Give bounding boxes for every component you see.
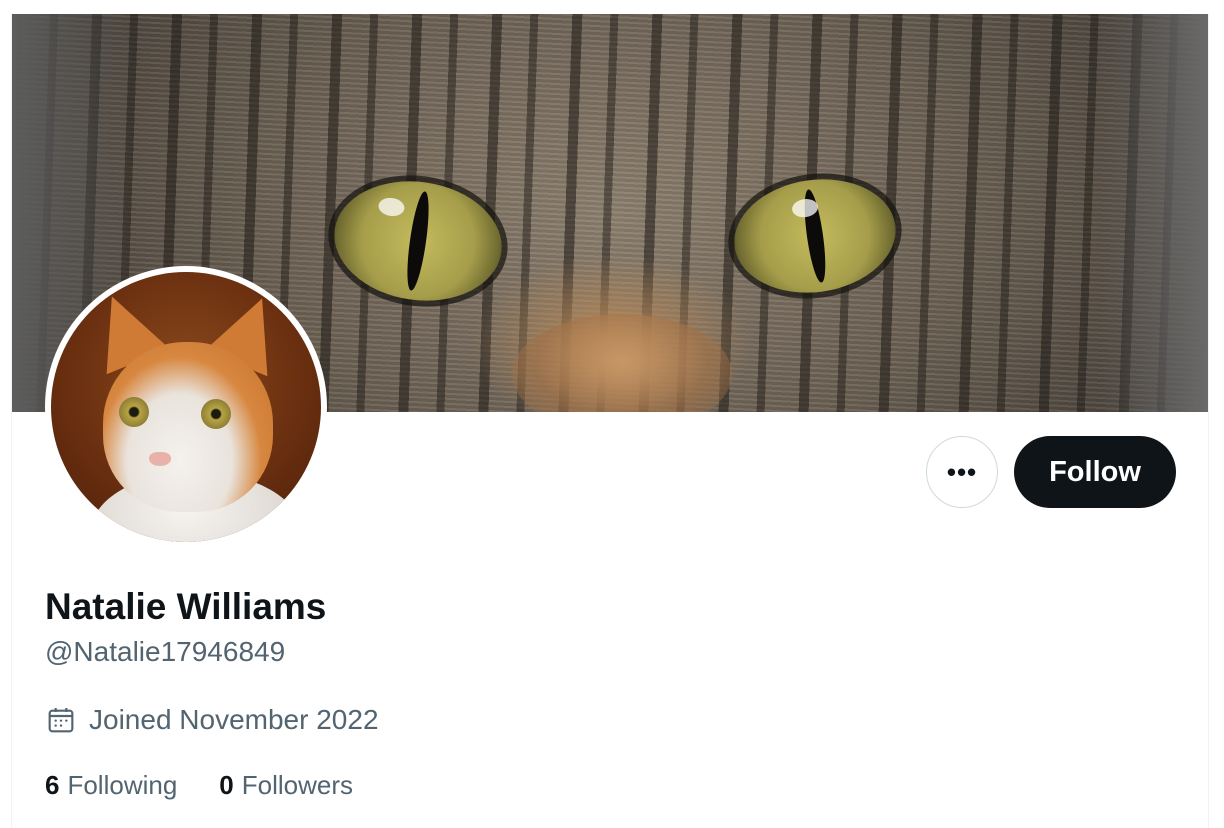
- followers-link[interactable]: 0 Followers: [219, 770, 353, 801]
- calendar-icon: [45, 704, 77, 736]
- profile-page: ••• Follow Natalie Williams @Natalie1794…: [0, 0, 1224, 828]
- following-link[interactable]: 6 Following: [45, 770, 177, 801]
- profile-display-name: Natalie Williams: [45, 586, 327, 627]
- followers-count: 0: [219, 770, 234, 800]
- more-horizontal-icon: •••: [946, 456, 978, 487]
- profile-handle: @Natalie17946849: [45, 636, 286, 667]
- follow-stats: 6 Following 0 Followers: [45, 770, 353, 801]
- more-options-button[interactable]: •••: [926, 436, 998, 508]
- follow-button[interactable]: Follow: [1014, 436, 1176, 508]
- joined-label: Joined November 2022: [89, 704, 379, 735]
- joined-date: Joined November 2022: [45, 704, 379, 736]
- column-border-right: [1208, 14, 1209, 828]
- followers-label: Followers: [241, 770, 354, 800]
- following-count: 6: [45, 770, 60, 800]
- following-label: Following: [67, 770, 178, 800]
- profile-avatar[interactable]: [45, 266, 327, 548]
